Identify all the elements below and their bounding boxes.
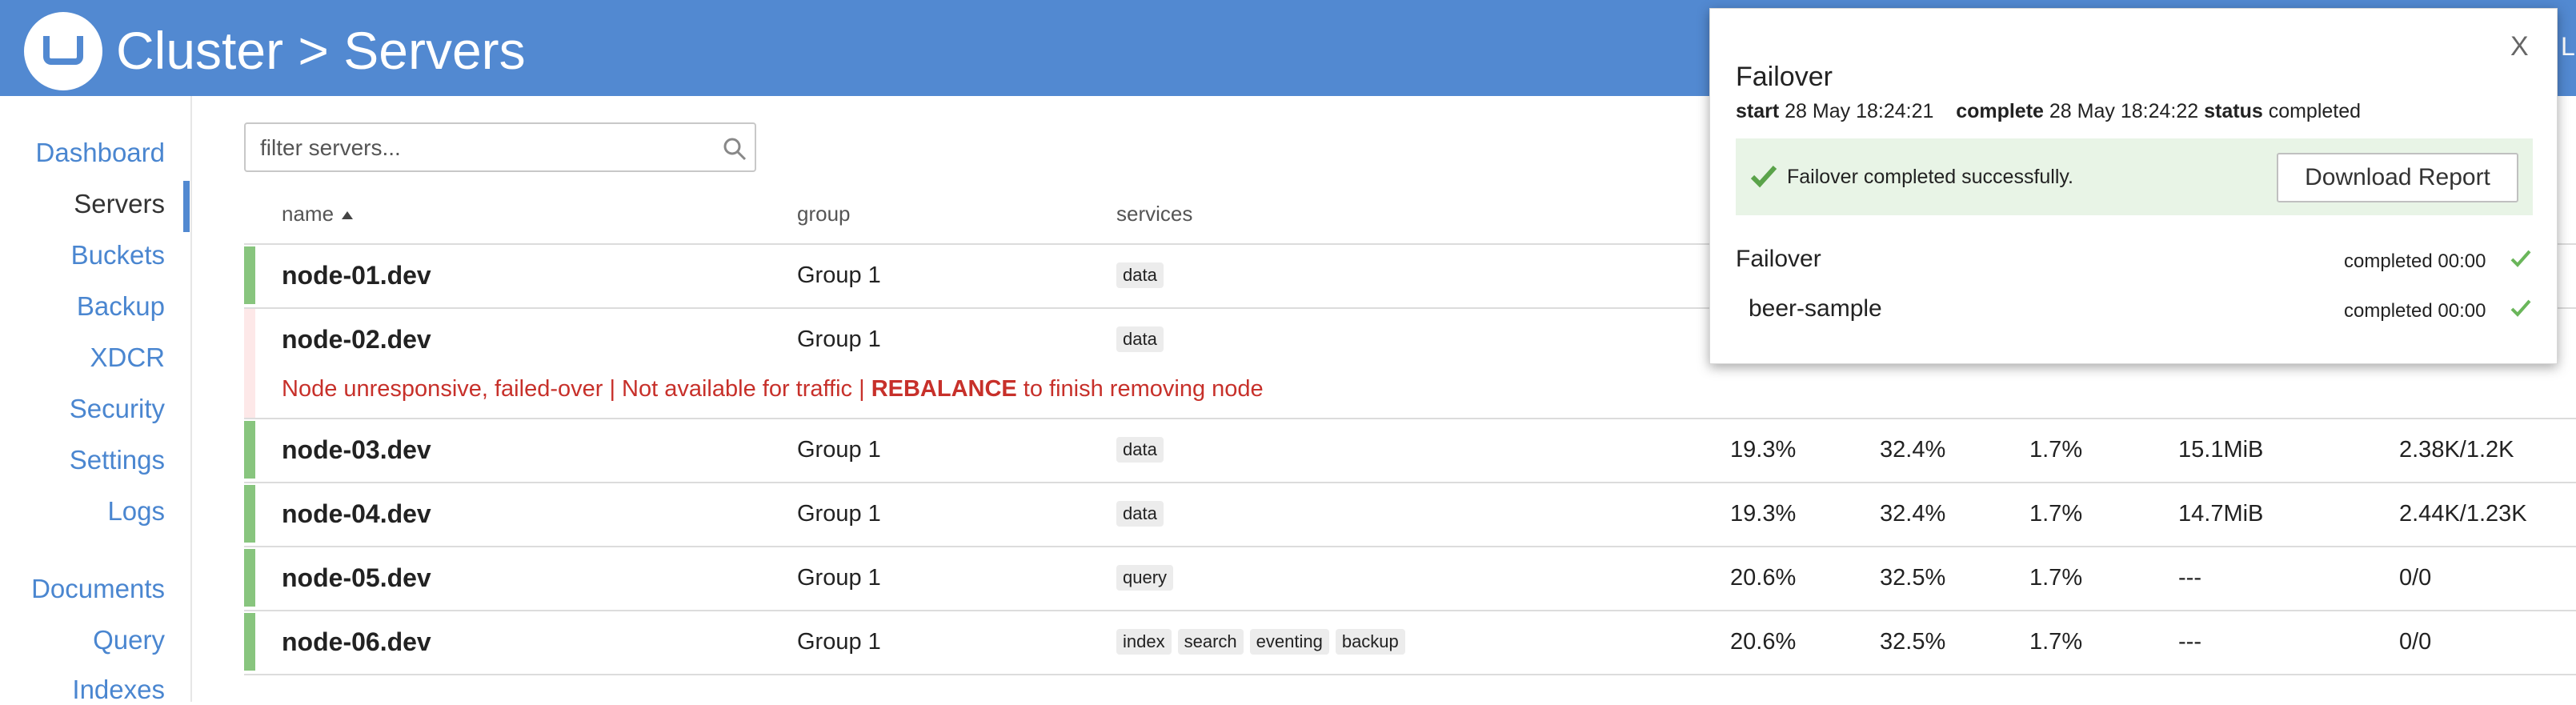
ram-usage: 32.5% xyxy=(1880,629,1946,655)
sidebar-item-documents[interactable]: Documents xyxy=(31,574,165,604)
cpu-usage: 20.6% xyxy=(1730,629,1797,655)
task-status: completed 00:00 xyxy=(2344,250,2486,272)
status-healthy-indicator xyxy=(244,485,255,543)
disk-used: 14.7MiB xyxy=(2178,501,2264,527)
server-group: Group 1 xyxy=(797,262,881,288)
server-name-link[interactable]: node-05.dev xyxy=(282,563,431,593)
checkmark-icon xyxy=(2510,299,2531,317)
status-healthy-indicator xyxy=(244,246,255,304)
swap-usage: 1.7% xyxy=(2029,565,2083,591)
items-count: 2.44K/1.23K xyxy=(2399,501,2527,527)
table-divider xyxy=(244,610,2576,611)
popup-title: Failover xyxy=(1736,62,1833,92)
table-divider xyxy=(244,482,2576,483)
items-count: 2.38K/1.2K xyxy=(2399,437,2514,463)
success-banner: Failover completed successfully. Downloa… xyxy=(1736,138,2533,215)
search-icon[interactable] xyxy=(721,135,748,162)
task-title: Failover xyxy=(1736,246,1821,272)
service-badge: data xyxy=(1116,326,1164,352)
service-badge: search xyxy=(1177,629,1244,655)
service-badge: data xyxy=(1116,501,1164,527)
checkmark-icon xyxy=(2510,250,2531,267)
table-divider xyxy=(244,418,2576,419)
ram-usage: 32.4% xyxy=(1880,501,1946,527)
server-name-link[interactable]: node-03.dev xyxy=(282,435,431,465)
column-header-name[interactable]: name xyxy=(282,202,354,226)
sidebar-item-xdcr[interactable]: XDCR xyxy=(90,342,165,373)
filter-servers-input[interactable] xyxy=(258,130,710,166)
server-name-link[interactable]: node-06.dev xyxy=(282,627,431,657)
sidebar-item-settings[interactable]: Settings xyxy=(70,445,165,475)
download-report-button[interactable]: Download Report xyxy=(2277,153,2518,202)
items-count: 0/0 xyxy=(2399,565,2432,591)
table-divider xyxy=(244,674,2576,675)
service-badge: eventing xyxy=(1249,629,1329,655)
service-badge: data xyxy=(1116,262,1164,288)
success-message: Failover completed successfully. xyxy=(1787,166,2074,188)
services-list: data xyxy=(1116,501,1170,527)
disk-used: --- xyxy=(2178,565,2201,591)
sidebar-nav: Dashboard Servers Buckets Backup XDCR Se… xyxy=(0,96,192,705)
server-group: Group 1 xyxy=(797,629,881,655)
sidebar-item-dashboard[interactable]: Dashboard xyxy=(36,138,165,168)
column-header-services[interactable]: services xyxy=(1116,202,1192,226)
failover-meta: start 28 May 18:24:21 complete 28 May 18… xyxy=(1736,100,2362,122)
header-user-link[interactable]: L xyxy=(2561,32,2575,62)
sidebar-item-backup[interactable]: Backup xyxy=(77,291,165,322)
table-divider xyxy=(244,546,2576,547)
server-name-link[interactable]: node-02.dev xyxy=(282,325,431,355)
sidebar-active-indicator xyxy=(183,181,190,232)
disk-used: 15.1MiB xyxy=(2178,437,2264,463)
cpu-usage: 19.3% xyxy=(1730,437,1797,463)
server-group: Group 1 xyxy=(797,565,881,591)
checkmark-icon xyxy=(1750,165,1777,188)
swap-usage: 1.7% xyxy=(2029,437,2083,463)
ram-usage: 32.4% xyxy=(1880,437,1946,463)
status-healthy-indicator xyxy=(244,549,255,607)
server-group: Group 1 xyxy=(797,501,881,527)
server-group: Group 1 xyxy=(797,437,881,463)
page-title: Cluster > Servers xyxy=(116,21,526,80)
close-button[interactable]: X xyxy=(2510,31,2529,62)
server-name-link[interactable]: node-04.dev xyxy=(282,499,431,529)
server-group: Group 1 xyxy=(797,326,881,352)
swap-usage: 1.7% xyxy=(2029,629,2083,655)
status-healthy-indicator xyxy=(244,421,255,479)
task-title: beer-sample xyxy=(1749,295,1882,322)
services-list: data xyxy=(1116,437,1170,463)
column-header-group[interactable]: group xyxy=(797,202,851,226)
services-list: index search eventing backup xyxy=(1116,629,1412,655)
service-badge: index xyxy=(1116,629,1172,655)
sidebar-item-buckets[interactable]: Buckets xyxy=(71,240,165,270)
cpu-usage: 20.6% xyxy=(1730,565,1797,591)
sidebar-item-query[interactable]: Query xyxy=(93,625,165,655)
services-list: data xyxy=(1116,326,1170,352)
cpu-usage: 19.3% xyxy=(1730,501,1797,527)
services-list: query xyxy=(1116,565,1180,591)
service-badge: data xyxy=(1116,437,1164,463)
sidebar-item-indexes[interactable]: Indexes xyxy=(72,675,165,705)
rebalance-keyword: REBALANCE xyxy=(871,376,1017,402)
failover-warning-message: Node unresponsive, failed-over | Not ava… xyxy=(282,376,1264,402)
sidebar-item-servers[interactable]: Servers xyxy=(74,189,165,219)
status-failed-indicator xyxy=(244,309,255,418)
items-count: 0/0 xyxy=(2399,629,2432,655)
couchbase-logo-icon[interactable] xyxy=(24,12,102,90)
ram-usage: 32.5% xyxy=(1880,565,1946,591)
filter-servers-box xyxy=(244,122,756,172)
swap-usage: 1.7% xyxy=(2029,501,2083,527)
service-badge: query xyxy=(1116,565,1174,591)
sidebar-item-logs[interactable]: Logs xyxy=(107,496,165,527)
service-badge: backup xyxy=(1335,629,1405,655)
services-list: data xyxy=(1116,262,1170,288)
disk-used: --- xyxy=(2178,629,2201,655)
server-name-link[interactable]: node-01.dev xyxy=(282,261,431,290)
failover-report-popup: X Failover start 28 May 18:24:21 complet… xyxy=(1709,8,2558,364)
task-status: completed 00:00 xyxy=(2344,300,2486,322)
status-healthy-indicator xyxy=(244,613,255,671)
sidebar-item-security[interactable]: Security xyxy=(70,394,165,424)
sort-ascending-icon xyxy=(342,211,354,220)
